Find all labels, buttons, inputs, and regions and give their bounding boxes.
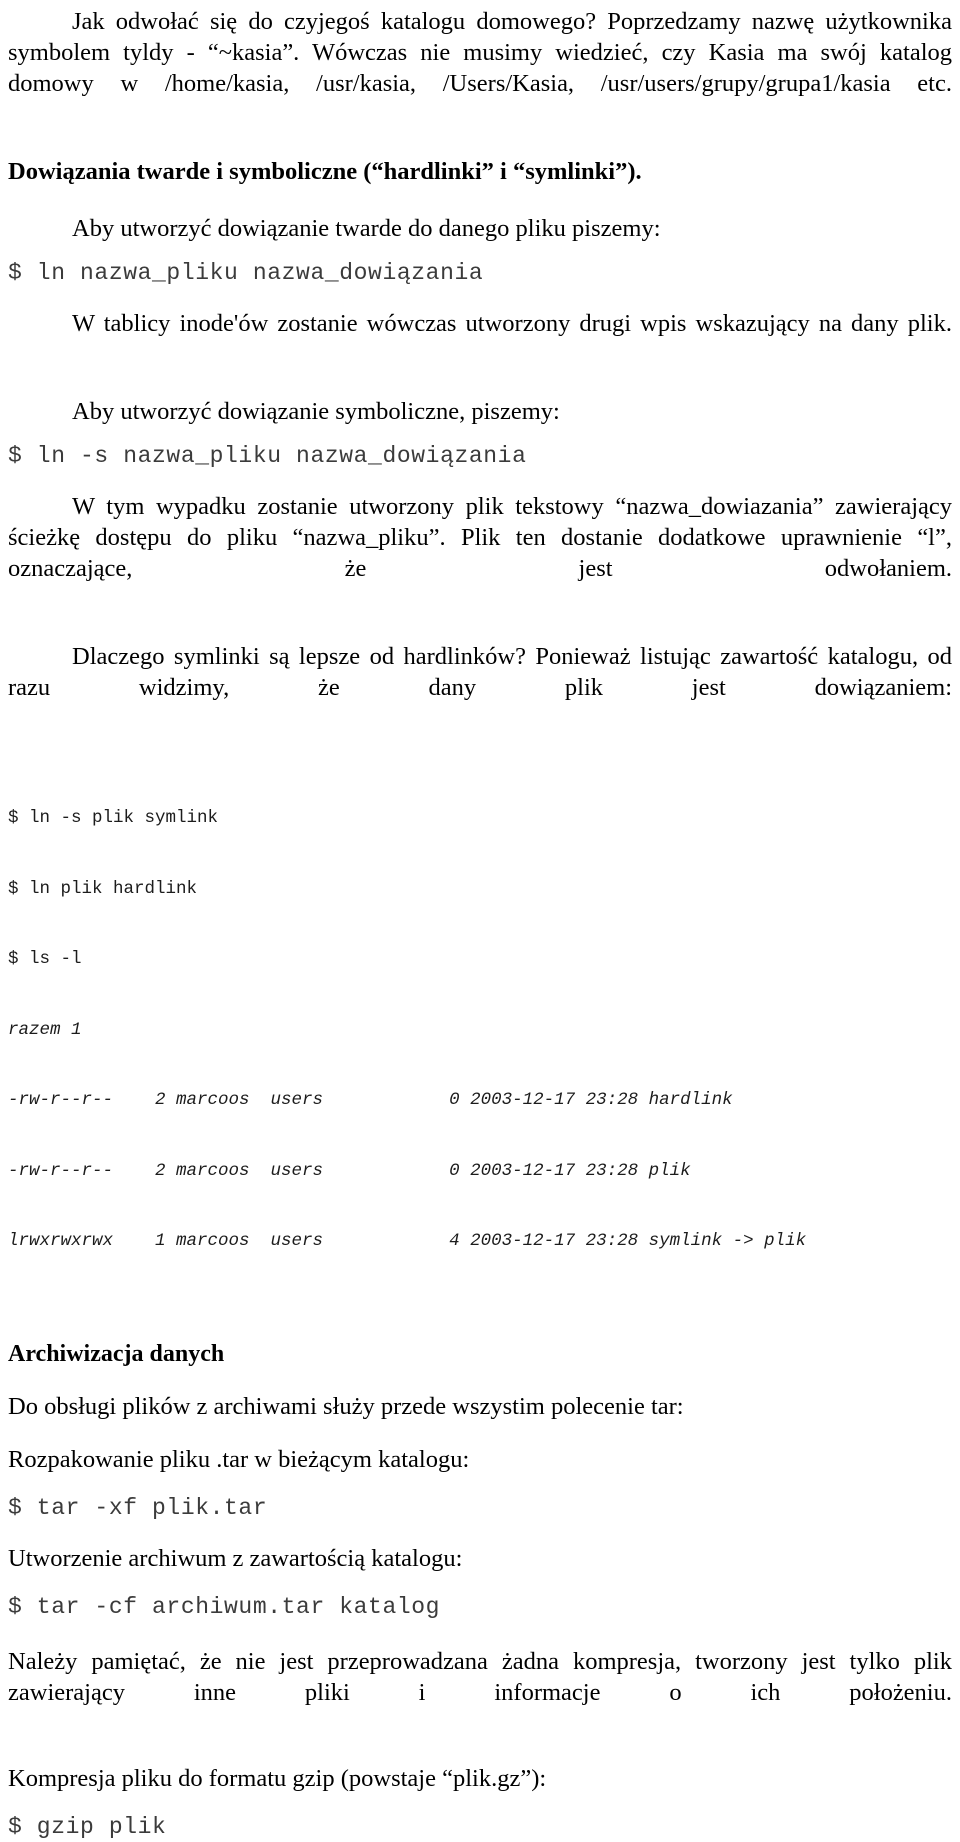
- command-gzip: $ gzip plik: [8, 1813, 167, 1840]
- paragraph-inode-table: W tablicy inode'ów zostanie wówczas utwo…: [72, 310, 952, 337]
- terminal-listing-row: -rw-r--r-- 2 marcoos users 0 2003-12-17 …: [8, 1090, 733, 1110]
- paragraph-create-hardlink-intro: Aby utworzyć dowiązanie twarde do danego…: [72, 215, 661, 242]
- terminal-total-line: razem 1: [8, 1019, 82, 1040]
- label-gzip-compression: Kompresja pliku do formatu gzip (powstaj…: [8, 1764, 547, 1792]
- paragraph-symlink-explanation: W tym wypadku zostanie utworzony plik te…: [8, 493, 952, 582]
- paragraph-tar-intro: Do obsługi plików z archiwami służy prze…: [8, 1392, 684, 1420]
- paragraph-create-symlink-intro: Aby utworzyć dowiązanie symboliczne, pis…: [72, 398, 560, 425]
- terminal-listing-row: -rw-r--r-- 2 marcoos users 0 2003-12-17 …: [8, 1160, 691, 1181]
- document-page: Jak odwołać się do czyjegoś katalogu dom…: [0, 0, 960, 1842]
- command-tar-extract: $ tar -xf plik.tar: [8, 1494, 268, 1521]
- terminal-transcript: $ ln -s plik symlink $ ln plik hardlink …: [8, 760, 952, 1301]
- command-ln-hardlink: $ ln nazwa_pliku nazwa_dowiązania: [8, 260, 484, 286]
- heading-data-archiving: Archiwizacja danych: [8, 1340, 225, 1367]
- paragraph-why-symlinks-better: Dlaczego symlinki są lepsze od hardlinkó…: [8, 643, 952, 701]
- terminal-command-line: $ ln plik hardlink: [8, 878, 198, 899]
- command-ln-symlink: $ ln -s nazwa_pliku nazwa_dowiązania: [8, 443, 527, 469]
- terminal-command-line: $ ln -s plik symlink: [8, 808, 219, 828]
- label-create-archive: Utworzenie archiwum z zawartością katalo…: [8, 1544, 463, 1572]
- paragraph-no-compression-note: Należy pamiętać, że nie jest przeprowadz…: [8, 1647, 952, 1706]
- label-untar-current-directory: Rozpakowanie pliku .tar w bieżącym katal…: [8, 1445, 470, 1473]
- terminal-listing-row: lrwxrwxrwx 1 marcoos users 4 2003-12-17 …: [8, 1231, 807, 1251]
- command-tar-create: $ tar -cf archiwum.tar katalog: [8, 1593, 441, 1620]
- terminal-command-line: $ ls -l: [8, 949, 82, 969]
- heading-hard-and-symbolic-links: Dowiązania twarde i symboliczne (“hardli…: [8, 158, 642, 185]
- paragraph-home-directory-reference: Jak odwołać się do czyjegoś katalogu dom…: [8, 8, 952, 97]
